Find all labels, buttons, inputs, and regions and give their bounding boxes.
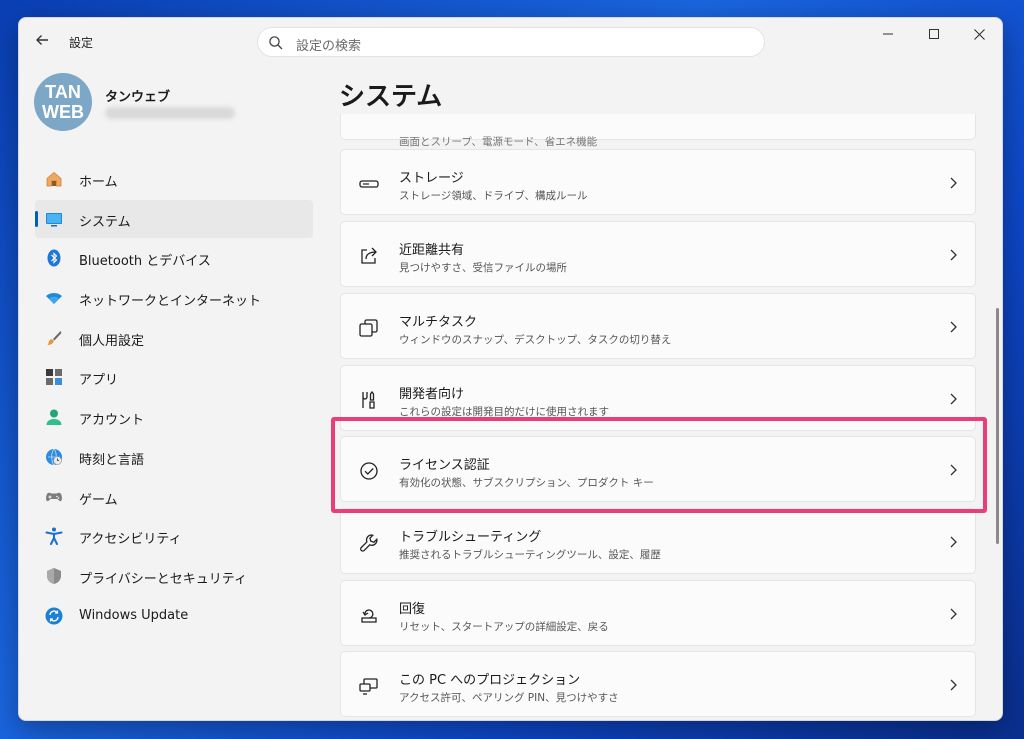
card-subtitle: 画面とスリープ、電源モード、省エネ機能 bbox=[399, 136, 598, 148]
back-button[interactable] bbox=[33, 32, 51, 50]
app-title: 設定 bbox=[69, 36, 94, 50]
card-subtitle: リセット、スタートアップの詳細設定、戻る bbox=[399, 621, 609, 633]
settings-window: 設定 設定の検索 TAN WEB タンウェブ ホーム システム Bluetoot… bbox=[18, 17, 1003, 721]
minimize-button[interactable] bbox=[865, 18, 911, 50]
sidebar-item-label: ネットワークとインターネット bbox=[79, 294, 262, 310]
card-nearby-share[interactable]: 近距離共有 見つけやすさ、受信ファイルの場所 bbox=[340, 221, 976, 287]
sidebar-item-label: Windows Update bbox=[79, 607, 189, 623]
sidebar-item-time-language[interactable]: 時刻と言語 bbox=[35, 438, 313, 476]
chevron-right-icon bbox=[950, 177, 957, 189]
card-subtitle: アクセス許可、ペアリング PIN、見つけやすさ bbox=[399, 692, 619, 704]
sidebar-item-network[interactable]: ネットワークとインターネット bbox=[35, 279, 313, 317]
sidebar-item-windows-update[interactable]: Windows Update bbox=[35, 597, 313, 635]
account-icon bbox=[46, 409, 62, 426]
sidebar-item-label: 時刻と言語 bbox=[79, 452, 145, 468]
avatar: TAN WEB bbox=[34, 73, 92, 131]
card-title: トラブルシューティング bbox=[399, 530, 542, 545]
wrench-icon bbox=[360, 534, 378, 552]
card-title: マルチタスク bbox=[399, 315, 478, 330]
page-title: システム bbox=[339, 82, 443, 112]
user-name: タンウェブ bbox=[105, 90, 171, 105]
chevron-right-icon bbox=[950, 536, 957, 548]
sidebar-item-label: ホーム bbox=[79, 175, 118, 190]
recovery-icon bbox=[361, 609, 377, 623]
card-projection[interactable]: この PC へのプロジェクション アクセス許可、ペアリング PIN、見つけやすさ bbox=[340, 651, 976, 717]
sidebar-item-privacy[interactable]: プライバシーとセキュリティ bbox=[35, 557, 313, 595]
avatar-text-top: TAN bbox=[45, 82, 81, 102]
highlight-box bbox=[331, 417, 987, 513]
card-storage[interactable]: ストレージ ストレージ領域、ドライブ、構成ルール bbox=[340, 149, 976, 215]
windows-update-icon bbox=[45, 607, 63, 625]
card-troubleshoot[interactable]: トラブルシューティング 推奨されるトラブルシューティングツール、設定、履歴 bbox=[340, 508, 976, 574]
chevron-right-icon bbox=[950, 679, 957, 691]
avatar-text-bottom: WEB bbox=[42, 102, 84, 122]
accessibility-icon bbox=[45, 527, 63, 546]
multitask-icon bbox=[359, 319, 378, 337]
projection-icon bbox=[359, 678, 378, 695]
sidebar-item-system[interactable]: システム bbox=[35, 199, 313, 238]
user-email-blurred bbox=[105, 107, 235, 119]
sidebar-item-label: プライバシーとセキュリティ bbox=[79, 571, 247, 587]
sidebar-item-label: Bluetooth とデバイス bbox=[79, 254, 211, 270]
chevron-right-icon bbox=[950, 249, 957, 261]
gamepad-icon bbox=[46, 492, 62, 501]
close-icon bbox=[973, 28, 985, 40]
sidebar-item-apps[interactable]: アプリ bbox=[35, 358, 313, 396]
card-subtitle: 見つけやすさ、受信ファイルの場所 bbox=[399, 262, 567, 274]
shield-icon bbox=[47, 567, 61, 584]
brush-icon bbox=[47, 330, 62, 345]
sidebar-item-gaming[interactable]: ゲーム bbox=[35, 478, 313, 516]
search-placeholder: 設定の検索 bbox=[296, 39, 362, 54]
wifi-icon bbox=[46, 293, 62, 305]
card-title: 回復 bbox=[399, 602, 426, 617]
card-title: この PC へのプロジェクション bbox=[399, 673, 581, 688]
storage-icon bbox=[359, 180, 379, 188]
sidebar-item-bluetooth[interactable]: Bluetooth とデバイス bbox=[35, 239, 313, 277]
time-language-icon bbox=[46, 448, 62, 466]
sidebar-item-label: アカウント bbox=[79, 413, 145, 429]
apps-icon bbox=[46, 369, 62, 386]
back-arrow-icon bbox=[36, 35, 48, 45]
nearby-share-icon bbox=[361, 247, 377, 264]
card-multitasking[interactable]: マルチタスク ウィンドウのスナップ、デスクトップ、タスクの切り替え bbox=[340, 293, 976, 359]
card-subtitle: ストレージ領域、ドライブ、構成ルール bbox=[399, 190, 588, 202]
card-recovery[interactable]: 回復 リセット、スタートアップの詳細設定、戻る bbox=[340, 580, 976, 646]
maximize-button[interactable] bbox=[911, 18, 957, 50]
chevron-right-icon bbox=[950, 321, 957, 333]
minimize-icon bbox=[883, 33, 893, 35]
bluetooth-icon bbox=[47, 249, 61, 267]
chevron-right-icon bbox=[950, 608, 957, 620]
card-subtitle: ウィンドウのスナップ、デスクトップ、タスクの切り替え bbox=[399, 334, 672, 346]
title-bar: 設定 設定の検索 bbox=[19, 18, 1002, 66]
chevron-right-icon bbox=[950, 393, 957, 405]
sidebar-item-personalization[interactable]: 個人用設定 bbox=[35, 319, 313, 357]
scrollbar[interactable] bbox=[996, 308, 999, 544]
card-title: 開発者向け bbox=[399, 387, 465, 402]
system-icon bbox=[46, 212, 62, 227]
sidebar-item-label: アクセシビリティ bbox=[79, 532, 182, 548]
sidebar-item-home[interactable]: ホーム bbox=[35, 160, 313, 198]
sidebar-item-accounts[interactable]: アカウント bbox=[35, 398, 313, 436]
sidebar-item-accessibility[interactable]: アクセシビリティ bbox=[35, 517, 313, 555]
close-button[interactable] bbox=[956, 18, 1002, 50]
sidebar-item-label: 個人用設定 bbox=[79, 333, 145, 349]
maximize-icon bbox=[929, 29, 939, 39]
sidebar-nav: ホーム システム Bluetooth とデバイス ネットワークとインターネット … bbox=[35, 160, 313, 636]
sidebar-item-label: ゲーム bbox=[79, 492, 118, 508]
sidebar-item-label: システム bbox=[79, 214, 131, 230]
sidebar-item-label: アプリ bbox=[79, 373, 119, 389]
card-title: 近距離共有 bbox=[399, 243, 465, 258]
card-title: ストレージ bbox=[399, 171, 464, 186]
search-icon bbox=[269, 36, 283, 50]
search-box[interactable]: 設定の検索 bbox=[257, 27, 765, 57]
home-icon bbox=[46, 171, 62, 187]
developer-icon bbox=[362, 390, 375, 409]
card-subtitle: 推奨されるトラブルシューティングツール、設定、履歴 bbox=[399, 549, 661, 561]
card-display-partial[interactable]: 画面とスリープ、電源モード、省エネ機能 bbox=[340, 114, 976, 148]
